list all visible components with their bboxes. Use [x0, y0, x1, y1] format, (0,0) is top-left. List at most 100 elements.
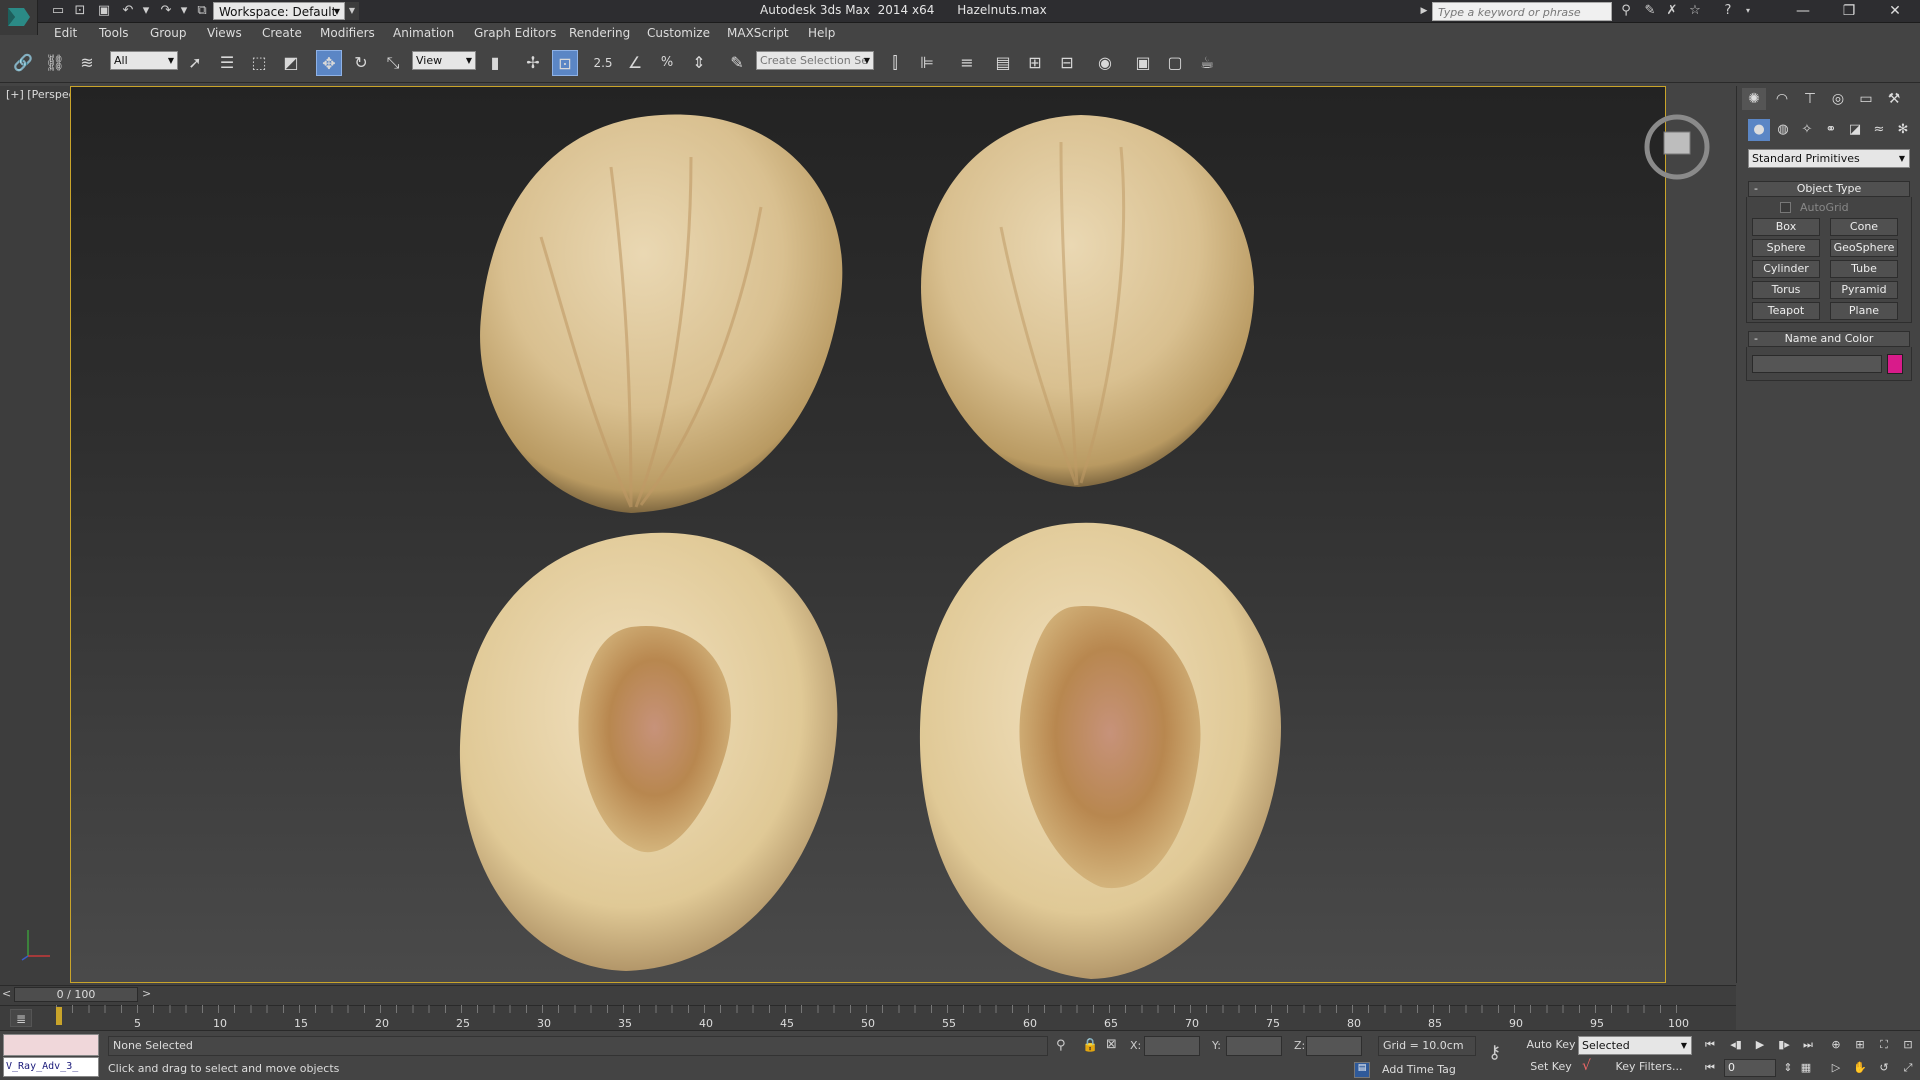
current-frame-field[interactable]: 0 — [1724, 1059, 1776, 1077]
restore-button[interactable]: ❐ — [1826, 0, 1872, 23]
time-slider-track[interactable] — [0, 985, 1736, 1005]
perspective-viewport[interactable] — [70, 86, 1666, 983]
collapse-arrow-icon[interactable]: ▶ — [1418, 2, 1430, 20]
workspace-dropdown[interactable]: Workspace: Default ▼ — [213, 2, 345, 20]
edit-named-selection-icon[interactable]: ✎ — [724, 50, 750, 76]
named-selection-dropdown[interactable]: Create Selection Se ▼ — [756, 51, 874, 70]
teapot-button[interactable]: Teapot — [1752, 302, 1820, 320]
y-coordinate-field[interactable] — [1226, 1036, 1282, 1056]
menu-animation[interactable]: Animation — [393, 26, 454, 40]
viewcube-widget[interactable] — [1642, 112, 1712, 182]
select-manipulate-icon[interactable]: ✢ — [520, 50, 546, 76]
systems-icon[interactable]: ✻ — [1892, 119, 1914, 141]
save-file-icon[interactable]: ▣ — [94, 2, 114, 20]
box-button[interactable]: Box — [1752, 218, 1820, 236]
curve-editor-icon[interactable]: ⊞ — [1022, 50, 1048, 76]
undo-dropdown-icon[interactable]: ▾ — [136, 2, 156, 20]
menu-modifiers[interactable]: Modifiers — [320, 26, 375, 40]
cameras-icon[interactable]: ⚭ — [1820, 119, 1842, 141]
layer-manager-icon[interactable]: ▤ — [990, 50, 1016, 76]
scene-explorer-icon[interactable]: ≡ — [954, 50, 980, 76]
selection-filter-dropdown[interactable]: All ▼ — [110, 51, 178, 70]
helpers-icon[interactable]: ◪ — [1844, 119, 1866, 141]
binoculars-icon[interactable]: ⚲ — [1616, 2, 1636, 20]
key-mode-dropdown[interactable]: Selected ▼ — [1578, 1036, 1692, 1055]
sphere-button[interactable]: Sphere — [1752, 239, 1820, 257]
add-time-tag-button[interactable]: Add Time Tag — [1382, 1063, 1456, 1076]
window-crossing-icon[interactable]: ◩ — [278, 50, 304, 76]
frame-ruler[interactable]: 5 10 15 20 25 30 35 40 45 50 55 60 65 70… — [56, 1005, 1689, 1030]
play-icon[interactable]: ▶ — [1750, 1036, 1770, 1054]
render-setup-icon[interactable]: ▣ — [1130, 50, 1156, 76]
menu-help[interactable]: Help — [808, 26, 835, 40]
redo-icon[interactable]: ↷ — [156, 2, 176, 20]
go-to-start-icon[interactable]: ⏮ — [1700, 1036, 1720, 1054]
utilities-tab-icon[interactable]: ⚒ — [1882, 88, 1906, 110]
select-object-icon[interactable]: ➚ — [182, 50, 208, 76]
menu-edit[interactable]: Edit — [54, 26, 77, 40]
maximize-viewport-icon[interactable]: ⤢ — [1898, 1059, 1918, 1077]
infocenter-search-input[interactable]: Type a keyword or phrase — [1432, 2, 1612, 21]
unlink-selection-icon[interactable]: ⛓ — [42, 50, 68, 76]
next-frame-icon[interactable]: ▮▸ — [1774, 1036, 1794, 1054]
app-menu-button[interactable] — [0, 0, 38, 35]
default-in-out-tangents-key-icon[interactable]: ⚷ — [1488, 1042, 1501, 1063]
select-and-link-icon[interactable]: 🔗 — [10, 50, 36, 76]
open-file-icon[interactable]: ⊡ — [70, 2, 90, 20]
new-file-icon[interactable]: ▭ — [48, 2, 68, 20]
select-and-rotate-icon[interactable]: ↻ — [348, 50, 374, 76]
undo-icon[interactable]: ↶ — [118, 2, 138, 20]
select-by-name-icon[interactable]: ☰ — [214, 50, 240, 76]
maxscript-listener-output[interactable]: V_Ray_Adv_3_ — [3, 1057, 99, 1077]
set-key-button[interactable]: Set Key — [1526, 1058, 1576, 1078]
favorites-star-icon[interactable]: ☆ — [1685, 2, 1705, 20]
maxscript-listener-input[interactable] — [3, 1034, 99, 1056]
reference-coordinate-dropdown[interactable]: View ▼ — [412, 51, 476, 70]
set-keys-curve-icon[interactable]: √ — [1582, 1058, 1591, 1074]
menu-group[interactable]: Group — [150, 26, 187, 40]
previous-frame-icon[interactable]: ◂▮ — [1726, 1036, 1746, 1054]
time-slider-prev-icon[interactable]: < — [2, 987, 11, 1000]
geosphere-button[interactable]: GeoSphere — [1830, 239, 1898, 257]
pivot-center-icon[interactable]: ▮ — [482, 50, 508, 76]
percent-snap-icon[interactable]: % — [654, 50, 680, 76]
pyramid-button[interactable]: Pyramid — [1830, 281, 1898, 299]
help-dropdown-icon[interactable]: ▾ — [1738, 2, 1758, 20]
minimize-button[interactable]: — — [1780, 0, 1826, 23]
communication-icon[interactable]: ✗ — [1662, 2, 1682, 20]
open-mini-curve-editor-icon[interactable]: ≣ — [10, 1009, 32, 1027]
rendered-frame-window-icon[interactable]: ▢ — [1162, 50, 1188, 76]
align-icon[interactable]: ⊫ — [914, 50, 940, 76]
menu-graph-editors[interactable]: Graph Editors — [474, 26, 556, 40]
zoom-extents-icon[interactable]: ⛶ — [1874, 1036, 1894, 1054]
mirror-icon[interactable]: ⫿ — [882, 50, 908, 76]
x-coordinate-field[interactable] — [1144, 1036, 1200, 1056]
render-production-icon[interactable]: ☕ — [1194, 50, 1220, 76]
go-to-end-icon[interactable]: ⏭ — [1798, 1036, 1818, 1054]
object-name-field[interactable] — [1752, 355, 1882, 373]
menu-rendering[interactable]: Rendering — [569, 26, 630, 40]
pan-view-icon[interactable]: ✋ — [1850, 1059, 1870, 1077]
z-coordinate-field[interactable] — [1306, 1036, 1362, 1056]
menu-create[interactable]: Create — [262, 26, 302, 40]
menu-tools[interactable]: Tools — [99, 26, 129, 40]
motion-tab-icon[interactable]: ◎ — [1826, 88, 1850, 110]
zoom-all-icon[interactable]: ⊞ — [1850, 1036, 1870, 1054]
select-and-scale-icon[interactable]: ⤡ — [380, 50, 406, 76]
isolate-selection-icon[interactable]: ⚲ — [1056, 1038, 1066, 1053]
zoom-icon[interactable]: ⊕ — [1826, 1036, 1846, 1054]
selection-lock-icon[interactable]: 🔒 — [1082, 1038, 1098, 1053]
geometry-icon[interactable]: ● — [1748, 119, 1770, 141]
quick-access-customize-button[interactable]: ▼ — [345, 2, 359, 20]
shapes-icon[interactable]: ◍ — [1772, 119, 1794, 141]
menu-maxscript[interactable]: MAXScript — [727, 26, 789, 40]
time-slider-next-icon[interactable]: > — [142, 987, 151, 1000]
zoom-extents-all-icon[interactable]: ⊡ — [1898, 1036, 1918, 1054]
auto-key-button[interactable]: Auto Key — [1526, 1036, 1576, 1056]
cone-button[interactable]: Cone — [1830, 218, 1898, 236]
redo-dropdown-icon[interactable]: ▾ — [174, 2, 194, 20]
subscription-icon[interactable]: ✎ — [1640, 2, 1660, 20]
modify-tab-icon[interactable]: ◠ — [1770, 88, 1794, 110]
plane-button[interactable]: Plane — [1830, 302, 1898, 320]
object-category-dropdown[interactable]: Standard Primitives ▼ — [1748, 149, 1910, 168]
